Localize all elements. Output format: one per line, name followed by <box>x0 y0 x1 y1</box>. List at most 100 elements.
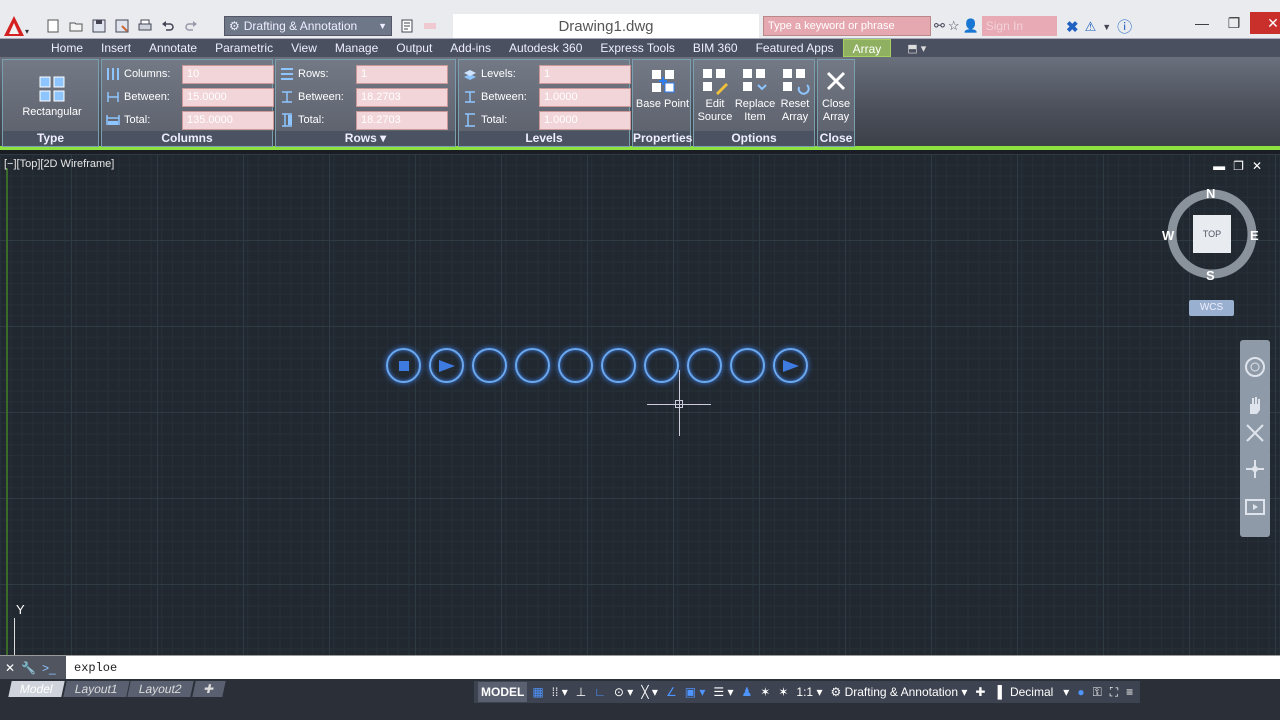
help-icon[interactable]: ⓘ <box>1117 16 1132 37</box>
replace-item-button[interactable]: Replace Item <box>735 66 775 124</box>
new-icon[interactable] <box>42 16 63 36</box>
wcs-menu[interactable]: WCS <box>1189 300 1234 316</box>
rectangular-button[interactable]: Rectangular <box>19 74 85 119</box>
orbit-icon[interactable] <box>1244 458 1266 480</box>
levels-count-input[interactable]: 1 <box>539 64 631 84</box>
showmotion-icon[interactable] <box>1244 496 1266 518</box>
binoculars-icon[interactable]: ⚯ <box>934 18 945 34</box>
a360-icon[interactable]: ⚠ <box>1085 19 1097 35</box>
base-grip-icon[interactable] <box>399 361 409 371</box>
user-icon[interactable]: 👤 <box>963 18 979 34</box>
save-as-icon[interactable] <box>111 16 132 36</box>
tab-autodesk-360[interactable]: Autodesk 360 <box>500 39 591 57</box>
tab-output[interactable]: Output <box>387 39 441 57</box>
add-layout-icon[interactable]: ✚ <box>192 681 226 697</box>
clean-screen-icon[interactable]: ⛶ <box>1107 682 1121 702</box>
array-item-circle[interactable] <box>773 348 808 383</box>
pan-icon[interactable] <box>1244 394 1266 416</box>
levels-between-input[interactable]: 1.0000 <box>539 87 631 107</box>
tab-bim-360[interactable]: BIM 360 <box>684 39 747 57</box>
array-item-circle[interactable] <box>644 348 679 383</box>
command-line[interactable]: ✕ 🔧 >_ exploe <box>0 655 1280 680</box>
array-item-circle[interactable] <box>429 348 464 383</box>
undo-icon[interactable] <box>157 16 178 36</box>
columns-count-input[interactable]: 10 <box>182 64 274 84</box>
steering-wheel-icon[interactable] <box>1244 356 1266 378</box>
reset-array-button[interactable]: Reset Array <box>776 66 814 124</box>
annotation-scale[interactable]: 1:1 ▾ <box>793 682 825 702</box>
plot-icon[interactable] <box>134 16 155 36</box>
grid-icon[interactable]: ▦ <box>529 682 546 702</box>
units-dropdown[interactable]: Decimal ▾ <box>1007 682 1072 702</box>
rows-between-input[interactable]: 18.2703 <box>356 87 448 107</box>
hardware-acceleration-icon[interactable]: ⚿ <box>1090 682 1105 702</box>
object-snap-icon[interactable]: ▣ ▾ <box>682 682 709 702</box>
tab-manage[interactable]: Manage <box>326 39 387 57</box>
annotation-monitor-icon[interactable]: ♟ <box>739 682 756 702</box>
viewport-minimize-icon[interactable]: ▬ <box>1213 159 1225 173</box>
array-item-circle[interactable] <box>687 348 722 383</box>
viewcube[interactable]: TOP N S E W <box>1162 186 1259 283</box>
viewport-restore-icon[interactable]: ❐ <box>1233 159 1244 173</box>
command-input[interactable]: exploe <box>74 661 117 675</box>
search-input[interactable]: Type a keyword or phrase <box>763 16 931 36</box>
restore-button[interactable]: ❐ <box>1218 12 1250 34</box>
application-menu-button[interactable]: ▾ <box>2 14 30 38</box>
close-icon[interactable]: ✕ <box>5 661 15 675</box>
command-prompt-icon[interactable]: >_ <box>42 661 56 675</box>
exchange-apps-icon[interactable]: ✖ <box>1066 18 1079 36</box>
viewport-controls-label[interactable]: [−][Top][2D Wireframe] <box>4 158 114 170</box>
infer-constraints-icon[interactable]: ⊥ <box>573 682 589 702</box>
properties-icon[interactable] <box>396 16 417 36</box>
lineweight-icon[interactable]: ☰ ▾ <box>710 682 736 702</box>
isometric-icon[interactable]: ╳ ▾ <box>638 682 661 702</box>
close-window-button[interactable]: ✕ <box>1250 12 1280 34</box>
zoom-extents-icon[interactable] <box>1244 422 1266 444</box>
arrow-grip-icon[interactable] <box>783 360 799 372</box>
signin-button[interactable]: Sign In <box>981 16 1057 36</box>
tab-annotate[interactable]: Annotate <box>140 39 206 57</box>
compass-north[interactable]: N <box>1206 186 1215 201</box>
auto-scale-icon[interactable]: ✶ <box>775 682 791 702</box>
tab-express-tools[interactable]: Express Tools <box>591 39 683 57</box>
tab-featured-apps[interactable]: Featured Apps <box>747 39 843 57</box>
levels-total-input[interactable]: 1.0000 <box>539 110 631 130</box>
tab-array[interactable]: Array <box>842 39 892 57</box>
tab-insert[interactable]: Insert <box>92 39 140 57</box>
drawing-canvas[interactable]: [−][Top][2D Wireframe] ▬ ❐ ✕ TOP N S E W… <box>0 154 1280 655</box>
annotation-visibility-icon[interactable]: ✶ <box>757 682 773 702</box>
viewport-close-icon[interactable]: ✕ <box>1252 159 1262 173</box>
array-item-circle[interactable] <box>558 348 593 383</box>
array-item-circle[interactable] <box>730 348 765 383</box>
workspace-dropdown[interactable]: ⚙ Drafting & Annotation ▼ <box>224 16 392 36</box>
object-snap-tracking-icon[interactable]: ∠ <box>663 682 680 702</box>
viewcube-top-face[interactable]: TOP <box>1193 215 1231 253</box>
tab-view[interactable]: View <box>282 39 326 57</box>
tab-layout2[interactable]: Layout2 <box>127 681 194 697</box>
redo-icon[interactable] <box>180 16 201 36</box>
compass-west[interactable]: W <box>1162 228 1174 243</box>
chevron-down-icon[interactable]: ▼ <box>1102 22 1111 32</box>
model-space-button[interactable]: MODEL <box>478 682 528 702</box>
compass-south[interactable]: S <box>1206 268 1215 283</box>
minimize-button[interactable]: — <box>1186 12 1218 34</box>
polar-tracking-icon[interactable]: ⊙ ▾ <box>611 682 636 702</box>
tab-layout1[interactable]: Layout1 <box>62 681 130 697</box>
annotation-add-icon[interactable]: ✚ <box>972 682 988 702</box>
edit-source-button[interactable]: Edit Source <box>696 66 734 124</box>
ribbon-display-toggle[interactable]: ⬒ ▾ <box>907 42 926 55</box>
star-icon[interactable]: ☆ <box>948 18 960 34</box>
tab-add-ins[interactable]: Add-ins <box>441 39 500 57</box>
rows-count-input[interactable]: 1 <box>356 64 448 84</box>
ortho-icon[interactable]: ∟ <box>591 682 609 702</box>
open-icon[interactable] <box>65 16 86 36</box>
base-point-button[interactable]: Base Point <box>635 66 690 111</box>
array-item-circle[interactable] <box>601 348 636 383</box>
array-item-circle[interactable] <box>472 348 507 383</box>
close-array-button[interactable]: Close Array <box>818 66 854 124</box>
workspace-switch[interactable]: ⚙ Drafting & Annotation ▾ <box>827 682 970 702</box>
isolate-objects-icon[interactable]: ● <box>1074 682 1087 702</box>
wrench-icon[interactable]: 🔧 <box>21 661 36 675</box>
columns-between-input[interactable]: 15.0000 <box>182 87 274 107</box>
customization-icon[interactable]: ≡ <box>1123 682 1136 702</box>
